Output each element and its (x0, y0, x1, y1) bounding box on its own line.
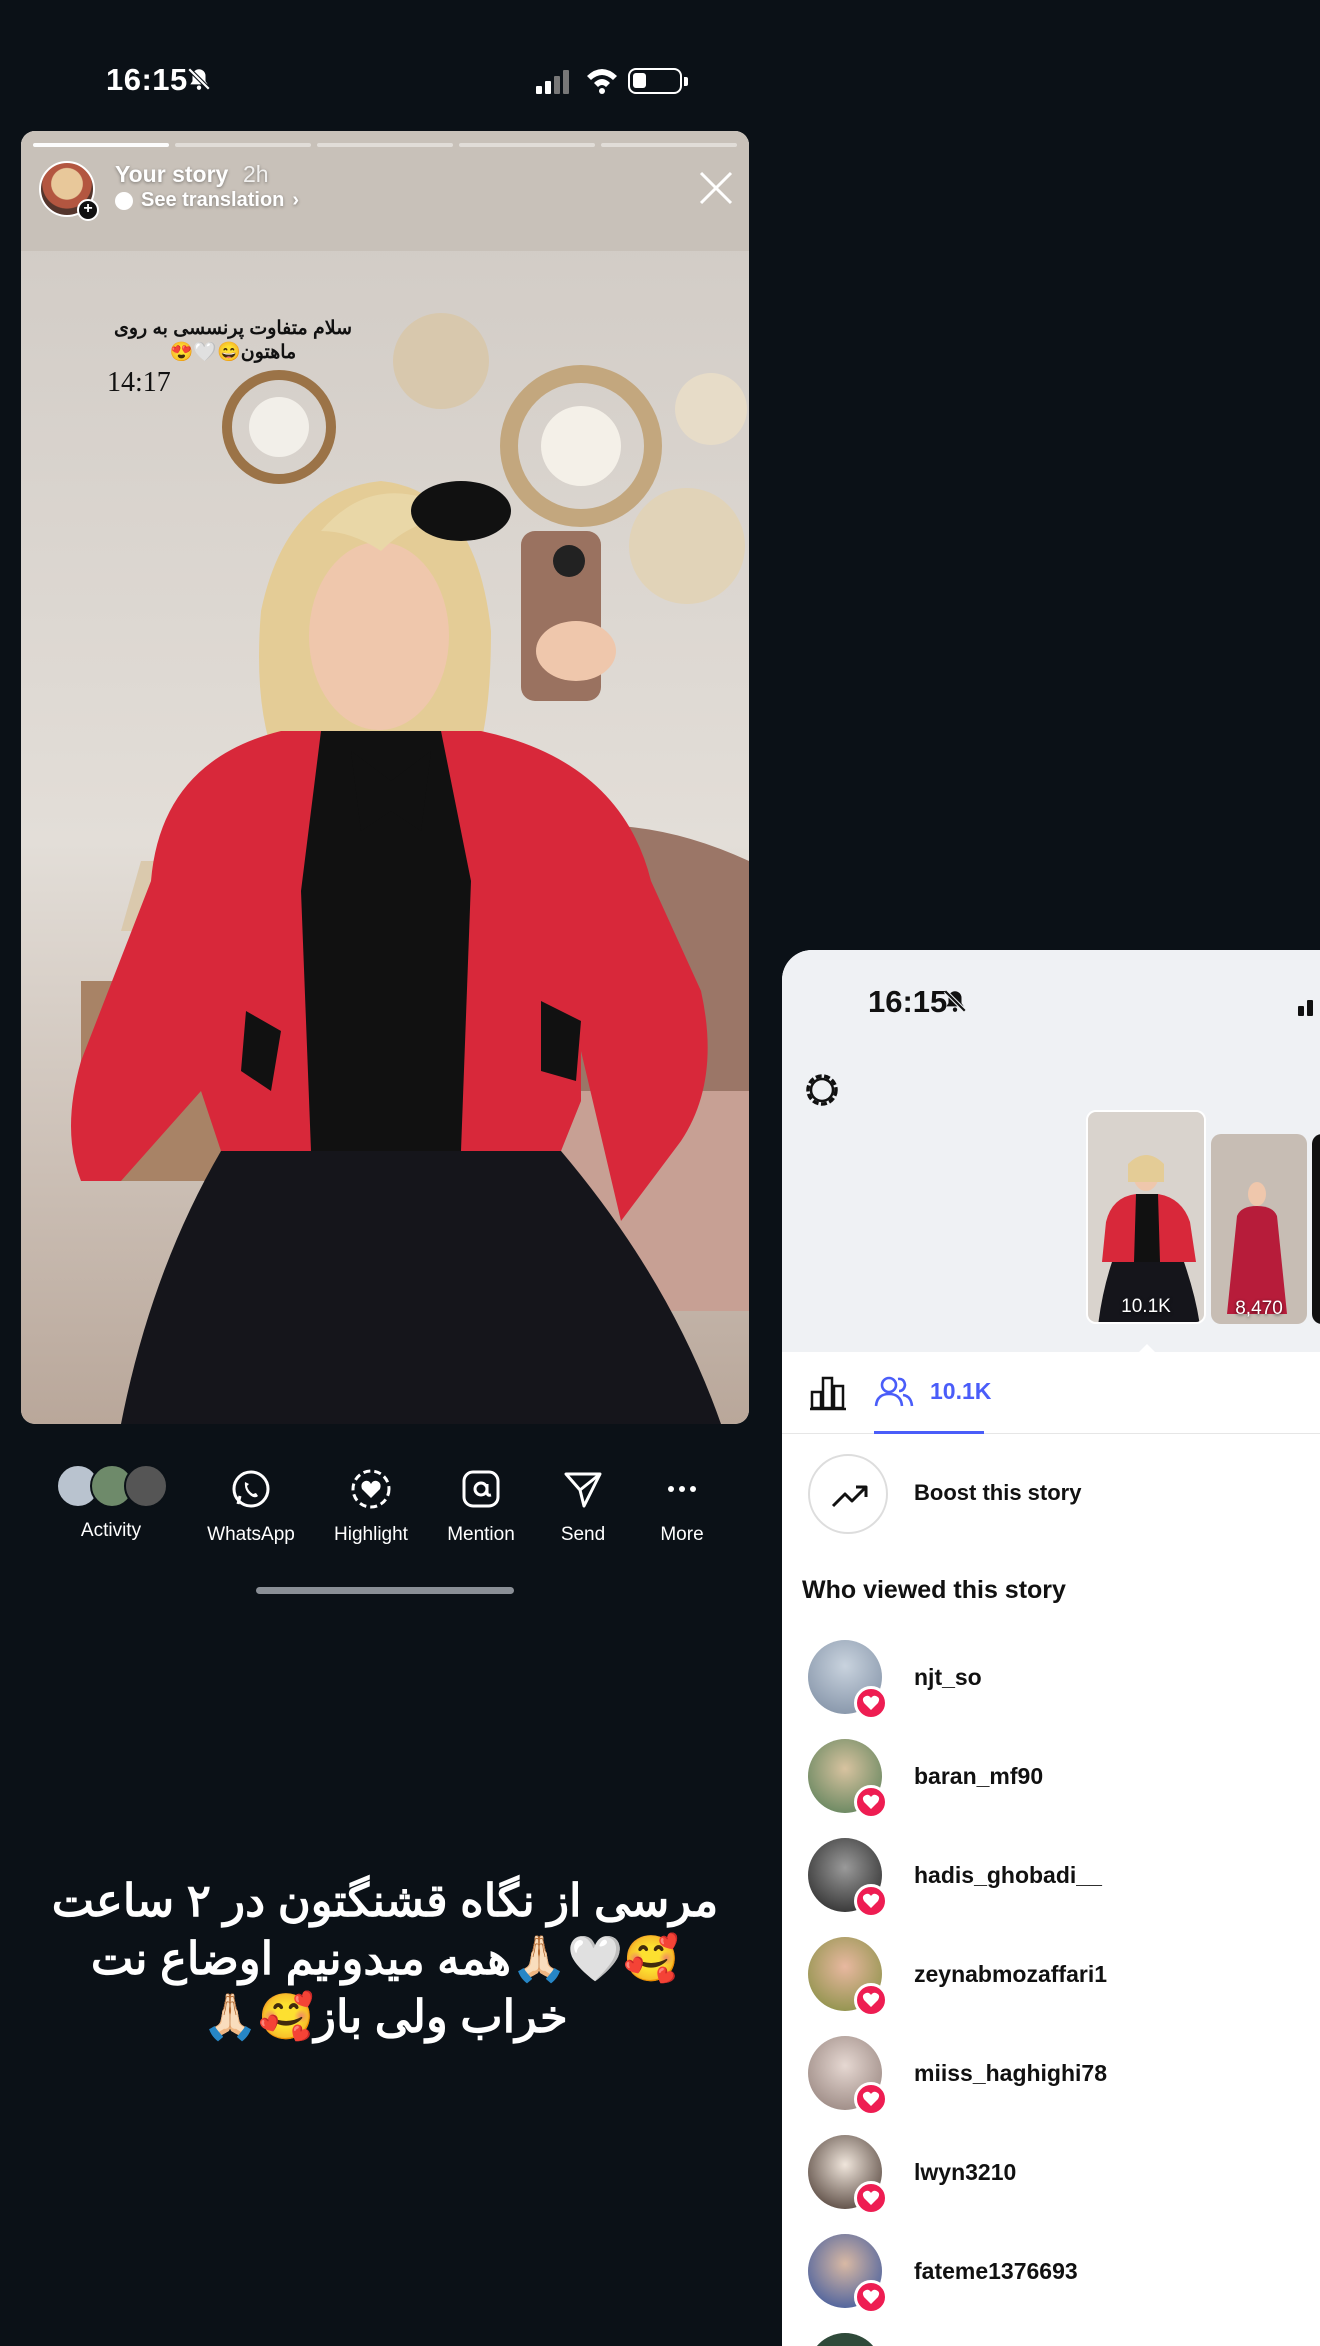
activity-avatars (56, 1464, 176, 1512)
thumbnail-1-views: 10.1K (1121, 1296, 1171, 1317)
boost-story-button[interactable]: Boost this story (808, 1454, 1320, 1534)
viewer-name: baran_mf90 (914, 1763, 1044, 1789)
viewers-count: 10.1K (930, 1378, 992, 1404)
heart-icon (854, 2280, 888, 2314)
story-thumbnail-2[interactable]: 8,470 (1211, 1134, 1307, 1324)
insights-tabs: 10.1K (782, 1352, 1320, 1434)
status-time: 16:15 (106, 62, 188, 97)
more-button[interactable]: More (627, 1448, 737, 1546)
viewer-row[interactable] (808, 2333, 1320, 2346)
viewer-row[interactable]: zeynabmozaffari1 (808, 1937, 1320, 2017)
add-story-icon[interactable]: + (77, 199, 99, 221)
viewer-row[interactable]: baran_mf90 (808, 1739, 1320, 1819)
viewer-name: njt_so (914, 1664, 982, 1690)
mention-icon (462, 1470, 500, 1508)
signal-icon (536, 70, 569, 94)
more-label: More (660, 1524, 704, 1545)
see-translation-link[interactable]: See translation › (115, 189, 299, 212)
signal-icon (1298, 1000, 1313, 1016)
story-caption-time: 14:17 (107, 367, 171, 398)
highlight-label: Highlight (334, 1524, 408, 1545)
bell-muted-icon (187, 67, 211, 91)
heart-icon (854, 1686, 888, 1720)
story-actions-bar: Activity WhatsApp Highlight Mention Send (0, 1448, 750, 1558)
home-indicator[interactable] (256, 1587, 514, 1594)
panel-status-time: 16:15 (868, 984, 948, 1019)
tab-viewers[interactable]: 10.1K (874, 1352, 991, 1434)
viewers-heading: Who viewed this story (802, 1576, 1066, 1604)
viewer-row[interactable]: njt_so (808, 1640, 1320, 1720)
activity-button[interactable]: Activity (56, 1448, 168, 1542)
send-icon (564, 1472, 602, 1508)
settings-icon[interactable] (802, 1070, 842, 1110)
viewer-row[interactable]: fateme1376693 (808, 2234, 1320, 2314)
viewer-row[interactable]: hadis_ghobadi__ (808, 1838, 1320, 1918)
heart-icon (854, 1983, 888, 2017)
story-insights-panel: 16:15 10.1K 8,470 10.1K Boost this story… (782, 950, 1320, 2346)
story-age: 2h (243, 161, 269, 187)
battery-icon (628, 68, 688, 94)
story-thumbnail-3[interactable] (1312, 1134, 1320, 1324)
thumbnail-2-views: 8,470 (1235, 1298, 1283, 1319)
more-icon (668, 1486, 696, 1492)
viewer-row[interactable]: miiss_haghighi78 (808, 2036, 1320, 2116)
viewers-icon (874, 1376, 914, 1407)
highlight-icon (351, 1469, 391, 1509)
heart-icon (854, 2181, 888, 2215)
chevron-right-icon: › (292, 189, 300, 211)
see-translation-label: See translation (141, 189, 285, 211)
story-avatar[interactable]: + (39, 161, 99, 221)
send-label: Send (560, 1524, 606, 1545)
insights-chart-icon[interactable] (808, 1372, 848, 1412)
boost-icon-circle (808, 1454, 888, 1534)
highlight-button[interactable]: Highlight (316, 1448, 426, 1546)
trending-up-icon (831, 1485, 868, 1508)
heart-icon (854, 2082, 888, 2116)
story-progress (33, 143, 737, 147)
viewer-row[interactable]: lwyn3210 (808, 2135, 1320, 2215)
boost-label: Boost this story (914, 1480, 1082, 1505)
close-icon[interactable] (697, 169, 735, 207)
story-view[interactable]: + Your story 2h See translation › سلام م… (21, 131, 749, 1424)
overlay-caption: مرسی از نگاه قشنگتون در ۲ ساعت 🥰🤍🙏🏻همه م… (51, 1875, 719, 2042)
viewer-name: hadis_ghobadi__ (914, 1862, 1102, 1888)
whatsapp-button[interactable]: WhatsApp (196, 1448, 306, 1546)
whatsapp-icon (232, 1470, 270, 1508)
viewer-name: fateme1376693 (914, 2258, 1078, 2284)
story-thumbnail-1[interactable]: 10.1K (1086, 1110, 1206, 1324)
whatsapp-label: WhatsApp (207, 1524, 295, 1545)
viewer-name: lwyn3210 (914, 2159, 1017, 2185)
status-bar: 16:15 (0, 0, 750, 130)
bell-muted-icon (943, 989, 967, 1013)
heart-icon (854, 1884, 888, 1918)
wifi-icon (587, 69, 617, 94)
send-button[interactable]: Send (528, 1448, 638, 1546)
viewer-name: miiss_haghighi78 (914, 2060, 1108, 2086)
activity-label: Activity (80, 1520, 142, 1541)
thumbnail-image (1211, 1134, 1307, 1324)
avatar (808, 2333, 882, 2346)
story-caption: سلام متفاوت پرنسسی به روی ماهتون😄🤍😍 (113, 318, 352, 363)
mention-button[interactable]: Mention (426, 1448, 536, 1546)
story-username[interactable]: Your story (115, 161, 228, 188)
thumbnail-image (1088, 1112, 1204, 1322)
heart-icon (854, 1785, 888, 1819)
viewer-name: zeynabmozaffari1 (914, 1961, 1108, 1987)
translation-icon (115, 191, 133, 210)
mention-label: Mention (447, 1524, 515, 1545)
